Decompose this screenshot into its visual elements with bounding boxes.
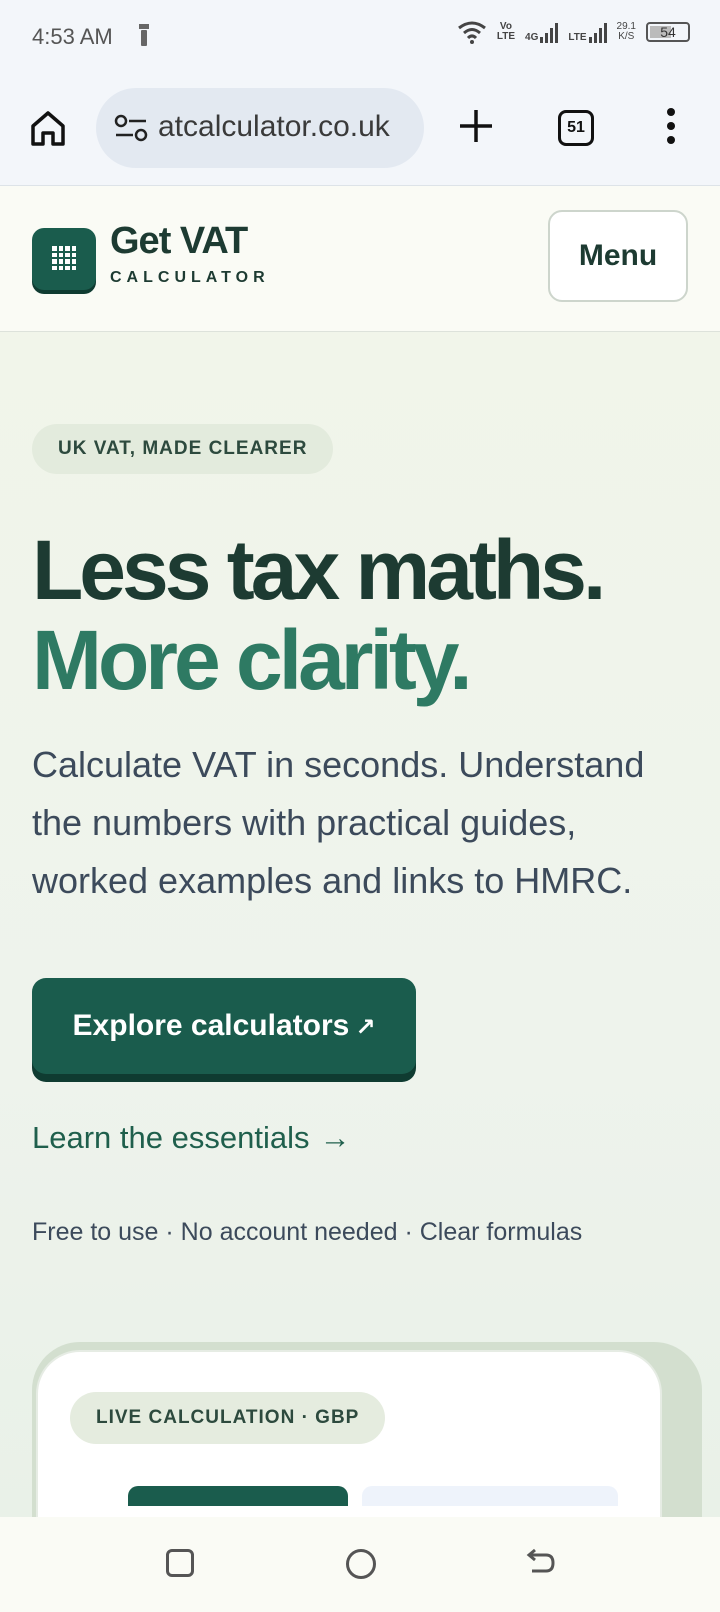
back-icon[interactable] xyxy=(524,1547,556,1579)
brand-name: Get VAT xyxy=(110,220,248,262)
card-badge: LIVE CALCULATION · GBP xyxy=(70,1392,386,1444)
signal-bars-icon xyxy=(588,21,607,43)
menu-button[interactable]: Menu xyxy=(548,210,688,302)
calculator-logo-icon[interactable] xyxy=(32,228,96,290)
status-icons: Vo LTE 4G LTE 29.1 K/S 54 xyxy=(457,20,690,44)
home-nav-icon[interactable] xyxy=(346,1549,376,1579)
wifi-icon xyxy=(457,21,486,44)
net-4g-label: 4G xyxy=(525,32,539,43)
url-text: atcalculator.co.uk xyxy=(158,110,390,143)
hero-section: UK VAT, MADE CLEARER Less tax maths. Mor… xyxy=(0,332,720,1610)
cta-label: Explore calculators xyxy=(72,1009,350,1042)
brand-subtitle: CALCULATOR xyxy=(110,269,270,286)
flashlight-icon xyxy=(139,24,149,46)
learn-essentials-link[interactable]: Learn the essentials → xyxy=(32,1120,350,1156)
arrow-right-icon: → xyxy=(319,1120,351,1155)
system-nav-bar xyxy=(0,1517,720,1612)
brand-logo[interactable]: Get VAT CALCULATOR xyxy=(110,220,270,287)
home-icon[interactable] xyxy=(28,108,68,148)
network-speed: 29.1 K/S xyxy=(616,21,636,42)
hero-badge: UK VAT, MADE CLEARER xyxy=(32,424,334,474)
more-options-icon[interactable] xyxy=(664,106,678,146)
headline-line-1: Less tax maths. xyxy=(32,523,606,617)
net-lte-label: LTE xyxy=(568,32,587,43)
hero-description: Calculate VAT in seconds. Understand the… xyxy=(32,744,645,901)
address-bar[interactable]: atcalculator.co.uk xyxy=(96,88,424,168)
tab-switcher-button[interactable]: 51 xyxy=(558,110,594,146)
signal-lte: LTE xyxy=(568,21,607,43)
site-settings-icon[interactable] xyxy=(114,114,148,142)
card-tab-inactive[interactable] xyxy=(362,1486,618,1506)
new-tab-icon[interactable] xyxy=(458,108,494,144)
trust-line: Free to use · No account needed · Clear … xyxy=(32,1218,583,1246)
signal-4g: 4G xyxy=(525,21,559,43)
recents-icon[interactable] xyxy=(166,1549,194,1577)
battery-level: 54 xyxy=(660,24,676,40)
volte-label: Vo LTE xyxy=(496,21,516,42)
explore-calculators-button[interactable]: Explore calculators ↗ xyxy=(32,978,416,1074)
signal-bars-icon xyxy=(540,21,559,43)
learn-label: Learn the essentials xyxy=(32,1120,310,1155)
status-bar: 4:53 AM Vo LTE 4G LTE 29.1 K/S 54 xyxy=(0,0,720,74)
site-header: Get VAT CALCULATOR Menu xyxy=(0,186,720,332)
card-tab-active[interactable] xyxy=(128,1486,348,1506)
clock: 4:53 AM xyxy=(32,24,113,49)
battery-icon: 54 xyxy=(646,22,690,42)
browser-toolbar: atcalculator.co.uk 51 xyxy=(0,74,720,186)
external-arrow-icon: ↗ xyxy=(355,1014,376,1041)
calculator-grid-icon xyxy=(52,246,76,270)
headline-line-2: More clarity. xyxy=(32,613,473,707)
